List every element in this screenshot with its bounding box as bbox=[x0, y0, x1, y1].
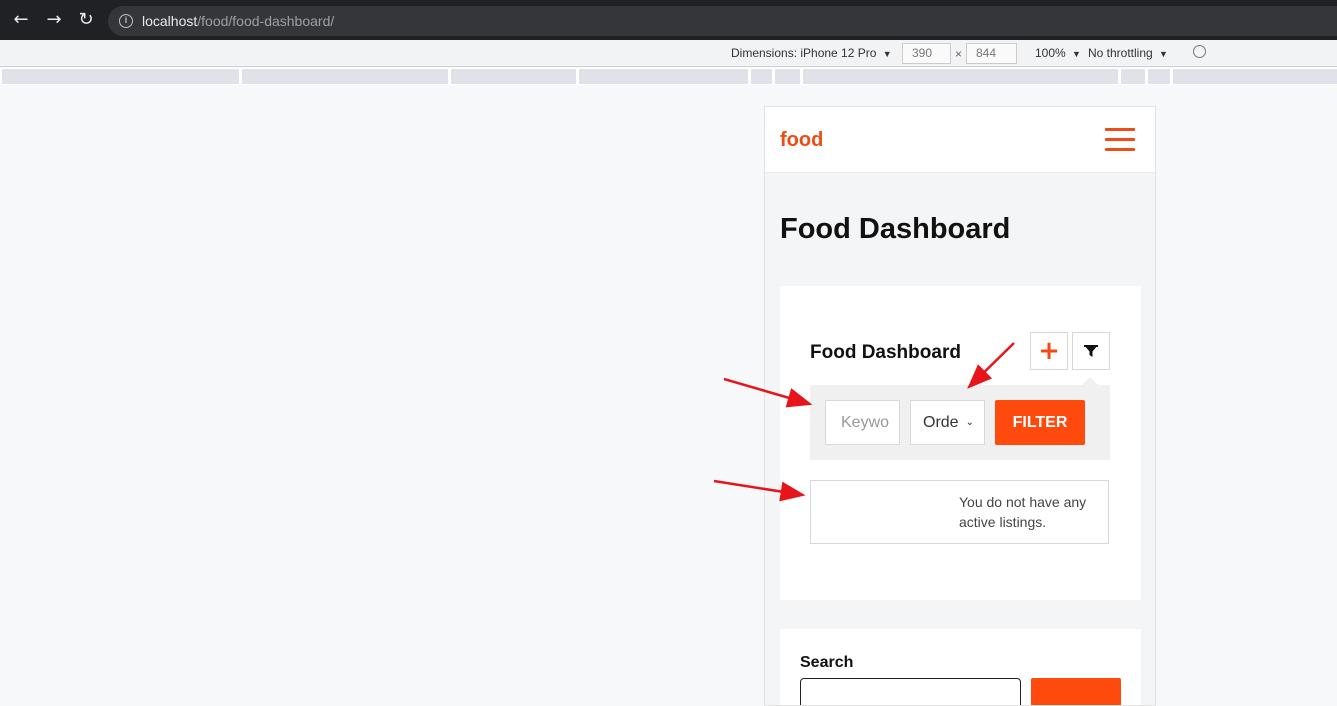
width-input[interactable]: 390 bbox=[902, 43, 951, 64]
media-query-segment[interactable] bbox=[579, 69, 748, 84]
site-logo[interactable]: food bbox=[780, 129, 823, 152]
times-label: × bbox=[955, 47, 963, 61]
order-select[interactable]: Orde ⌄ bbox=[910, 400, 985, 445]
height-input[interactable]: 844 bbox=[966, 43, 1017, 64]
zoom-caret-icon: ▼ bbox=[1072, 49, 1081, 59]
media-query-segment[interactable] bbox=[2, 69, 239, 84]
device-toolbar: Dimensions: iPhone 12 Pro ▼ 390 × 844 10… bbox=[0, 40, 1337, 67]
throttling-label: No throttling bbox=[1088, 46, 1153, 60]
zoom-label: 100% bbox=[1035, 46, 1066, 60]
forward-icon[interactable]: → bbox=[44, 10, 64, 30]
rotate-icon[interactable] bbox=[1193, 45, 1206, 58]
keyword-input[interactable]: Keywo bbox=[825, 400, 900, 445]
media-query-segment[interactable] bbox=[751, 69, 772, 84]
empty-listings-notice: You do not have any active listings. bbox=[810, 480, 1109, 544]
zoom-select[interactable]: 100% ▼ bbox=[1035, 46, 1081, 60]
hamburger-menu-icon[interactable] bbox=[1105, 128, 1135, 152]
url-path: /food/food-dashboard/ bbox=[197, 13, 335, 29]
search-button[interactable] bbox=[1031, 678, 1121, 705]
media-query-segment[interactable] bbox=[1148, 69, 1170, 84]
dashboard-card: Food Dashboard + Keywo Orde ⌄ FILTER You… bbox=[780, 286, 1141, 600]
dashboard-title: Food Dashboard bbox=[810, 342, 961, 363]
filter-button[interactable]: FILTER bbox=[995, 400, 1085, 445]
media-query-segment[interactable] bbox=[451, 69, 576, 84]
media-query-segment[interactable] bbox=[1121, 69, 1145, 84]
empty-listings-message: You do not have any active listings. bbox=[959, 494, 1087, 530]
media-query-segment[interactable] bbox=[803, 69, 1118, 84]
device-label: Dimensions: iPhone 12 Pro bbox=[731, 46, 877, 60]
throttling-caret-icon: ▼ bbox=[1159, 49, 1168, 59]
device-select[interactable]: Dimensions: iPhone 12 Pro ▼ bbox=[731, 46, 892, 60]
chevron-down-icon: ⌄ bbox=[965, 417, 974, 428]
browser-chrome: ← → ↻ i localhost/food/food-dashboard/ bbox=[0, 0, 1337, 40]
search-label: Search bbox=[800, 654, 854, 671]
site-header: food bbox=[765, 107, 1155, 173]
info-icon[interactable]: i bbox=[119, 14, 133, 28]
filter-toggle-button[interactable] bbox=[1072, 332, 1110, 370]
device-caret-icon: ▼ bbox=[882, 49, 892, 59]
throttling-select[interactable]: No throttling ▼ bbox=[1088, 46, 1168, 60]
funnel-icon bbox=[1084, 345, 1098, 357]
page-title: Food Dashboard bbox=[780, 213, 1011, 245]
back-icon[interactable]: ← bbox=[11, 10, 31, 30]
media-query-bar bbox=[0, 68, 1337, 85]
plus-icon: + bbox=[1038, 336, 1060, 366]
search-input[interactable] bbox=[800, 678, 1021, 705]
filter-panel: Keywo Orde ⌄ FILTER bbox=[810, 377, 1110, 460]
device-viewport: food Food Dashboard Food Dashboard + Key… bbox=[764, 106, 1156, 706]
order-select-value: Orde bbox=[923, 414, 959, 431]
url-host: localhost bbox=[142, 13, 198, 29]
media-query-segment[interactable] bbox=[242, 69, 448, 84]
search-widget: Search bbox=[780, 629, 1141, 705]
media-query-segment[interactable] bbox=[775, 69, 800, 84]
media-query-segment[interactable] bbox=[1173, 69, 1337, 84]
reload-icon[interactable]: ↻ bbox=[76, 10, 96, 30]
address-bar[interactable]: i localhost/food/food-dashboard/ bbox=[108, 6, 1337, 36]
add-listing-button[interactable]: + bbox=[1030, 332, 1068, 370]
url-text[interactable]: localhost/food/food-dashboard/ bbox=[142, 13, 334, 29]
